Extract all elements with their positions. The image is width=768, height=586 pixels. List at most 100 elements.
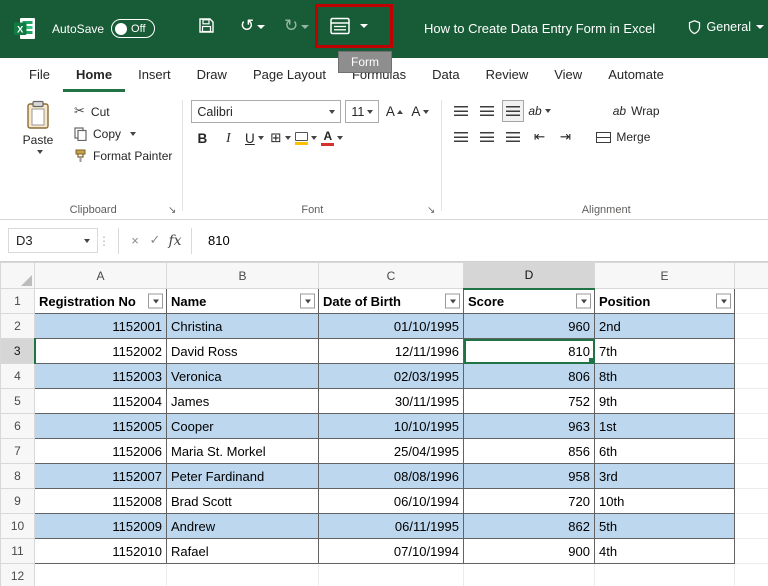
select-all-corner[interactable] bbox=[1, 263, 35, 289]
font-name-select[interactable]: Calibri bbox=[191, 100, 341, 123]
autosave-switch[interactable]: Off bbox=[111, 19, 154, 38]
cell[interactable]: Christina bbox=[167, 314, 319, 339]
cell[interactable] bbox=[595, 564, 735, 586]
save-button[interactable] bbox=[198, 17, 215, 34]
fill-color-button[interactable] bbox=[295, 127, 317, 149]
cell[interactable]: 2nd bbox=[595, 314, 735, 339]
font-color-button[interactable]: A bbox=[321, 127, 343, 149]
form-button[interactable] bbox=[329, 16, 368, 36]
font-size-select[interactable]: 11 bbox=[345, 100, 379, 123]
insert-function-icon[interactable]: fx bbox=[165, 233, 185, 249]
header-cell[interactable]: Name bbox=[167, 289, 319, 314]
merge-center-button[interactable]: Merge bbox=[596, 130, 650, 144]
middle-align-button[interactable] bbox=[476, 100, 498, 122]
decrease-indent-button[interactable]: ⇤ bbox=[528, 126, 550, 148]
cell[interactable]: 08/08/1996 bbox=[319, 464, 464, 489]
underline-button[interactable]: U bbox=[243, 127, 265, 149]
row-header[interactable]: 2 bbox=[1, 314, 35, 339]
cell[interactable]: 1152010 bbox=[35, 539, 167, 564]
cell[interactable]: 960 bbox=[464, 314, 595, 339]
filter-button[interactable] bbox=[300, 294, 315, 309]
cell[interactable]: 1152008 bbox=[35, 489, 167, 514]
cut-button[interactable]: ✂ Cut bbox=[74, 104, 172, 119]
decrease-font-size-button[interactable]: A bbox=[409, 101, 431, 123]
cell[interactable]: 900 bbox=[464, 539, 595, 564]
dialog-launcher-icon[interactable]: ↘ bbox=[427, 205, 435, 216]
align-right-button[interactable] bbox=[502, 126, 524, 148]
borders-button[interactable]: ⊞ bbox=[269, 127, 291, 149]
filter-button[interactable] bbox=[148, 294, 163, 309]
cell[interactable]: 12/11/1996 bbox=[319, 339, 464, 364]
cell[interactable]: 6th bbox=[595, 439, 735, 464]
filter-button[interactable] bbox=[716, 294, 731, 309]
cell[interactable]: 8th bbox=[595, 364, 735, 389]
cell[interactable]: 25/04/1995 bbox=[319, 439, 464, 464]
orientation-button[interactable]: ab bbox=[528, 100, 550, 122]
column-header-d[interactable]: D bbox=[464, 263, 595, 289]
row-header[interactable]: 4 bbox=[1, 364, 35, 389]
header-cell[interactable]: Date of Birth bbox=[319, 289, 464, 314]
cell[interactable]: 06/11/1995 bbox=[319, 514, 464, 539]
cell[interactable]: 720 bbox=[464, 489, 595, 514]
top-align-button[interactable] bbox=[450, 100, 472, 122]
column-header-c[interactable]: C bbox=[319, 263, 464, 289]
cell[interactable]: 1152003 bbox=[35, 364, 167, 389]
cell[interactable]: 862 bbox=[464, 514, 595, 539]
column-header-e[interactable]: E bbox=[595, 263, 735, 289]
cell[interactable]: 1152009 bbox=[35, 514, 167, 539]
cell[interactable]: 3rd bbox=[595, 464, 735, 489]
cell[interactable]: 1152004 bbox=[35, 389, 167, 414]
undo-button[interactable]: ↺ bbox=[240, 18, 265, 35]
cell[interactable]: 1152002 bbox=[35, 339, 167, 364]
tab-home[interactable]: Home bbox=[63, 58, 125, 92]
bold-button[interactable]: B bbox=[191, 127, 213, 149]
increase-font-size-button[interactable]: A bbox=[383, 101, 405, 123]
cell[interactable]: 1152006 bbox=[35, 439, 167, 464]
tab-draw[interactable]: Draw bbox=[184, 58, 240, 92]
cell[interactable] bbox=[319, 564, 464, 586]
cell[interactable]: 4th bbox=[595, 539, 735, 564]
cancel-icon[interactable]: × bbox=[125, 233, 145, 248]
header-cell[interactable]: Score bbox=[464, 289, 595, 314]
cell[interactable]: Maria St. Morkel bbox=[167, 439, 319, 464]
cell[interactable]: Rafael bbox=[167, 539, 319, 564]
cell[interactable]: 06/10/1994 bbox=[319, 489, 464, 514]
row-header[interactable]: 8 bbox=[1, 464, 35, 489]
row-header[interactable]: 6 bbox=[1, 414, 35, 439]
cell[interactable]: 806 bbox=[464, 364, 595, 389]
cell[interactable]: 30/11/1995 bbox=[319, 389, 464, 414]
tab-insert[interactable]: Insert bbox=[125, 58, 184, 92]
copy-button[interactable]: Copy bbox=[74, 127, 172, 141]
cell[interactable]: Cooper bbox=[167, 414, 319, 439]
paste-button[interactable]: Paste bbox=[12, 96, 64, 163]
formula-bar-value[interactable]: 810 bbox=[198, 233, 230, 248]
cell[interactable]: David Ross bbox=[167, 339, 319, 364]
excel-logo-icon[interactable]: X bbox=[12, 16, 37, 46]
tab-page-layout[interactable]: Page Layout bbox=[240, 58, 339, 92]
dialog-launcher-icon[interactable]: ↘ bbox=[168, 205, 176, 216]
format-painter-button[interactable]: Format Painter bbox=[74, 149, 172, 163]
align-center-button[interactable] bbox=[476, 126, 498, 148]
cell[interactable]: 9th bbox=[595, 389, 735, 414]
cell[interactable]: 1152007 bbox=[35, 464, 167, 489]
row-header[interactable]: 7 bbox=[1, 439, 35, 464]
autosave-toggle[interactable]: AutoSave Off bbox=[52, 19, 155, 38]
cell[interactable]: 1st bbox=[595, 414, 735, 439]
cell[interactable]: 5th bbox=[595, 514, 735, 539]
cell[interactable]: 10th bbox=[595, 489, 735, 514]
row-header[interactable]: 11 bbox=[1, 539, 35, 564]
sensitivity-label-button[interactable]: General bbox=[687, 19, 764, 35]
cell[interactable]: 1152005 bbox=[35, 414, 167, 439]
row-header[interactable]: 3 bbox=[1, 339, 35, 364]
cell[interactable] bbox=[35, 564, 167, 586]
tab-data[interactable]: Data bbox=[419, 58, 472, 92]
cell[interactable]: James bbox=[167, 389, 319, 414]
document-title[interactable]: How to Create Data Entry Form in Excel bbox=[424, 21, 655, 36]
align-left-button[interactable] bbox=[450, 126, 472, 148]
column-header-a[interactable]: A bbox=[35, 263, 167, 289]
cell[interactable]: 958 bbox=[464, 464, 595, 489]
header-cell[interactable]: Position bbox=[595, 289, 735, 314]
filter-button[interactable] bbox=[445, 294, 460, 309]
cell[interactable]: Brad Scott bbox=[167, 489, 319, 514]
row-header[interactable]: 5 bbox=[1, 389, 35, 414]
